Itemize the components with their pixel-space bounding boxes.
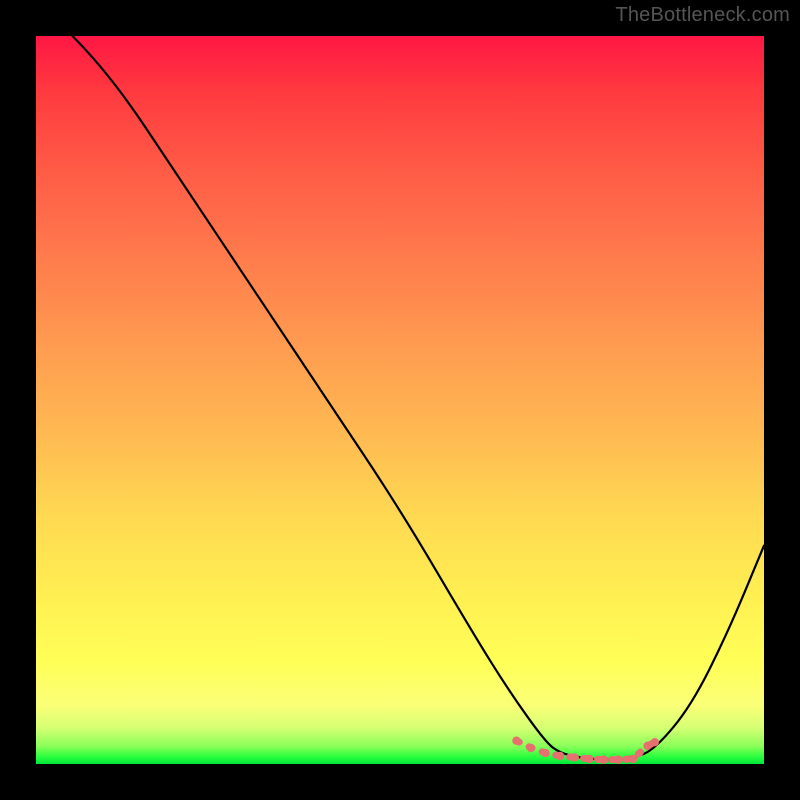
highlight-dot [556, 752, 564, 760]
chart-frame: TheBottleneck.com [0, 0, 800, 800]
highlight-dot [643, 742, 651, 750]
highlight-dot [614, 755, 622, 763]
highlight-dot [629, 755, 637, 763]
highlight-dot [527, 744, 535, 752]
highlight-dot [541, 749, 549, 757]
curve-layer [36, 36, 764, 764]
highlight-dot [600, 755, 608, 763]
highlight-dot [585, 755, 593, 763]
watermark-text: TheBottleneck.com [615, 4, 790, 27]
plot-area [36, 36, 764, 764]
highlight-dot [571, 753, 579, 761]
highlight-dots-group [512, 737, 659, 764]
highlight-dot [512, 737, 520, 745]
main-curve [72, 36, 764, 760]
highlight-dot [651, 738, 659, 746]
